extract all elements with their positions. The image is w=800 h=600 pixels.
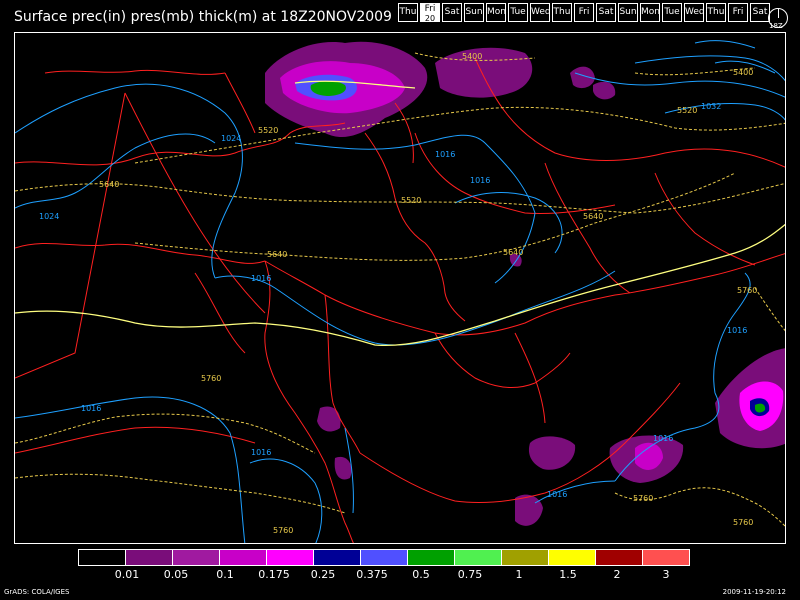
day-button[interactable]: Fri [574,3,594,22]
day-label: Sat [598,7,614,17]
day-label: Fri [732,7,744,17]
day-button[interactable]: Sat [596,3,616,22]
pressure-label: 1016 [81,404,101,413]
thickness-label: 5640 [503,248,523,257]
colorbar-label: 1.5 [559,568,577,581]
colorbar-label: 0.05 [163,568,189,581]
precip-area-africa [334,456,352,480]
colorbar-swatch [407,549,455,566]
day-button[interactable]: Sun [464,3,484,22]
precip-colorbar [78,549,690,566]
pressure-label: 1024 [221,134,241,143]
colorbar-label: 0.1 [216,568,234,581]
pressure-label: 1016 [727,326,747,335]
day-button[interactable]: Tue [508,3,528,22]
pressure-label: 1016 [435,150,455,159]
thickness-label: 5760 [201,374,221,383]
precipitation-areas [265,41,785,526]
day-label: Mon [487,7,506,17]
colorbar-swatch [266,549,314,566]
colorbar-label: 0.25 [310,568,336,581]
day-label: Sat [752,7,768,17]
day-label: Sun [619,7,637,17]
pressure-label: 1016 [251,274,271,283]
day-button[interactable]: Thu [398,3,418,22]
colorbar-label: 3 [662,568,670,581]
precip-area-south-mid [528,436,576,470]
pressure-label: 1032 [701,102,721,111]
day-button[interactable]: Sat [442,3,462,22]
colorbar-swatch [360,549,408,566]
day-number: 20 [424,14,436,23]
precip-area-red-sea [317,406,341,432]
colorbar-label: 0.01 [114,568,140,581]
precip-area-south [515,494,543,526]
pressure-label: 1016 [547,490,567,499]
thickness-label: 5400 [733,68,753,77]
day-selector: Thu Fri 20 Sat Sun Mon Tue Wed Thu Fri Sat Sun Mon Tu… [398,3,772,24]
day-button[interactable]: Thu [706,3,726,22]
day-button[interactable]: Thu [552,3,572,22]
colorbar-swatch [595,549,643,566]
day-button[interactable]: Fri 20 [420,3,440,23]
thickness-label: 5520 [258,126,278,135]
precip-area-north-east [435,47,533,98]
thickness-label: 5640 [99,180,119,189]
thickness-label: 5640 [583,212,603,221]
day-button[interactable]: Mon [640,3,660,22]
day-label: Wed [685,7,705,17]
colorbar-swatch [501,549,549,566]
pressure-label: 1024 [39,212,59,221]
colorbar-label: 0.375 [356,568,388,581]
day-label: Thu [399,7,417,17]
precip-area-east-cell-2 [593,81,616,100]
colorbar-swatch [454,549,502,566]
colorbar-swatch [172,549,220,566]
colorbar-label: 1 [515,568,523,581]
thickness-label: 5760 [737,286,757,295]
thickness-label: 5520 [677,106,697,115]
day-label: Sun [465,7,483,17]
thickness-label: 5760 [733,518,753,527]
colorbar-label: 0.75 [457,568,483,581]
day-button[interactable]: Tue [662,3,682,22]
clock-label: 18Z [769,22,783,30]
day-label: Fri [578,7,590,17]
colorbar-swatch [642,549,690,566]
day-button[interactable]: Fri [728,3,748,22]
day-label: Wed [531,7,551,17]
day-label: Thu [553,7,571,17]
footer-timestamp: 2009-11-19-20:12 [722,588,786,596]
day-button[interactable]: Mon [486,3,506,22]
pressure-label: 1016 [470,176,490,185]
thickness-label: 5400 [462,52,482,61]
colorbar-swatch [125,549,173,566]
colorbar-swatch [219,549,267,566]
day-button[interactable]: Wed [530,3,551,22]
map-canvas: 1024 1024 1016 1016 1016 1016 1016 1016 … [15,40,785,543]
pressure-label: 1016 [653,434,673,443]
colorbar-label: 0.5 [412,568,430,581]
day-label: Thu [707,7,725,17]
pressure-label: 1016 [251,448,271,457]
colorbar-swatch [313,549,361,566]
day-label: Mon [641,7,660,17]
footer-credit: GrADS: COLA/IGES [4,588,70,596]
thickness-label: 5520 [401,196,421,205]
day-button[interactable]: Wed [684,3,705,22]
day-button[interactable]: Sun [618,3,638,22]
day-label: Tue [664,7,680,17]
colorbar-swatch [78,549,126,566]
weather-map: 1024 1024 1016 1016 1016 1016 1016 1016 … [14,32,786,544]
colorbar-swatch [548,549,596,566]
map-title: Surface prec(in) pres(mb) thick(m) at 18… [14,9,392,25]
day-label: Sat [444,7,460,17]
thickness-label: 5760 [273,526,293,535]
colorbar-label: 2 [613,568,621,581]
day-label: Tue [510,7,526,17]
thickness-label: 5640 [267,250,287,259]
thickness-label: 5760 [633,494,653,503]
colorbar-label: 0.175 [258,568,290,581]
day-button[interactable]: Sat [750,3,770,22]
